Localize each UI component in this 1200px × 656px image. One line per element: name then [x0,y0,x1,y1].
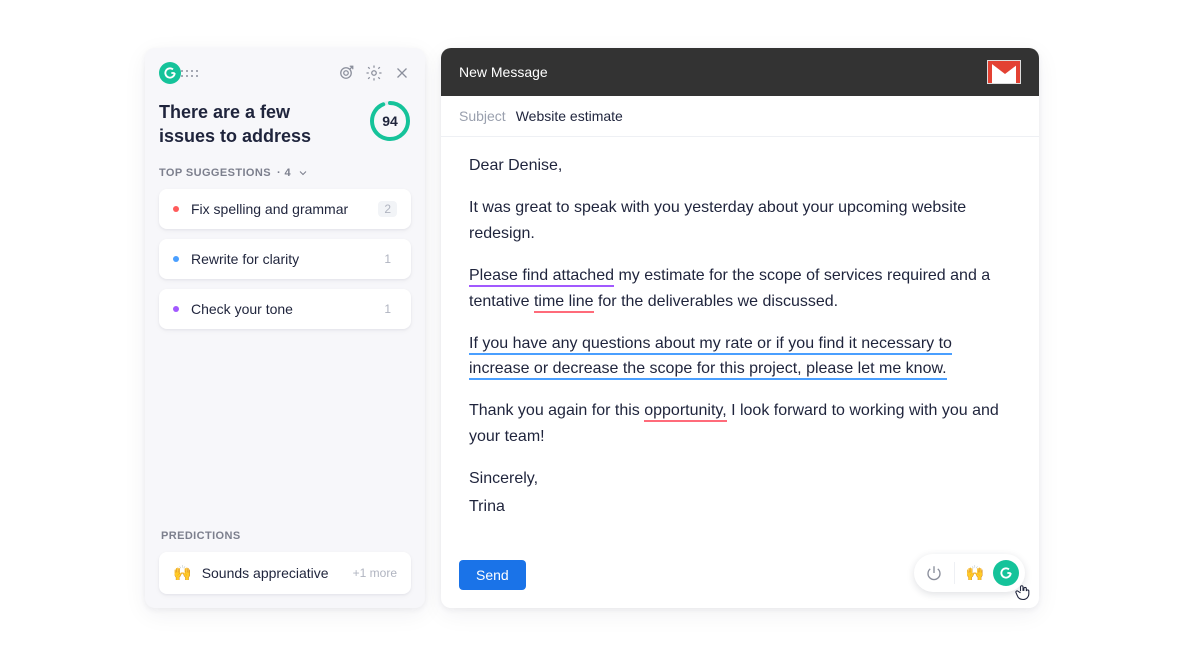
underline-blue[interactable]: If you have any questions about my rate … [469,335,952,381]
predictions-section: PREDICTIONS 🙌 Sounds appreciative +1 mor… [159,530,411,594]
grammarly-logo[interactable] [159,62,181,84]
suggestion-card-clarity[interactable]: Rewrite for clarity 1 [159,239,411,279]
top-suggestions-toggle[interactable]: TOP SUGGESTIONS · 4 [159,167,411,179]
gmail-icon [987,60,1021,84]
tone-emoji-icon[interactable]: 🙌 [961,559,989,587]
compose-title: New Message [459,64,548,80]
compose-body[interactable]: Dear Denise, It was great to speak with … [441,137,1039,548]
goals-icon[interactable] [337,64,355,82]
paragraph-2: Please find attached my estimate for the… [469,263,1011,315]
power-icon[interactable] [920,559,948,587]
score-ring[interactable]: 94 [369,100,411,142]
underline-red[interactable]: opportunity, [644,402,726,422]
chevron-down-icon [297,167,309,179]
subject-value: Website estimate [516,108,623,124]
paragraph-4: Thank you again for this opportunity, I … [469,398,1011,450]
top-suggestions-label: TOP SUGGESTIONS [159,167,271,179]
prediction-text: Sounds appreciative [202,565,343,581]
underline-purple[interactable]: Please find attached [469,267,614,287]
dot-icon [173,206,179,212]
closing-2: Trina [469,494,1011,520]
closing-1: Sincerely, [469,466,1011,492]
separator [954,562,955,584]
paragraph-3: If you have any questions about my rate … [469,331,1011,383]
suggestions-list: Fix spelling and grammar 2 Rewrite for c… [159,189,411,329]
dot-icon [173,256,179,262]
grammarly-floating-toolbar: 🙌 [914,554,1025,592]
subject-label: Subject [459,108,506,124]
close-icon[interactable] [393,64,411,82]
suggestion-count: 2 [378,201,397,217]
sidebar-top-row [159,62,411,84]
prediction-more: +1 more [353,566,397,580]
cursor-hand-icon [1013,582,1033,602]
underline-red[interactable]: time line [534,293,594,313]
score-value: 94 [369,100,411,142]
salutation: Dear Denise, [469,153,1011,179]
hands-emoji-icon: 🙌 [173,564,192,582]
drag-handle-icon[interactable] [181,70,198,77]
suggestion-card-spelling[interactable]: Fix spelling and grammar 2 [159,189,411,229]
top-suggestions-count: · 4 [277,167,291,179]
subject-row[interactable]: Subject Website estimate [441,96,1039,137]
send-button[interactable]: Send [459,560,526,590]
compose-header: New Message [441,48,1039,96]
settings-icon[interactable] [365,64,383,82]
suggestion-count: 1 [378,251,397,267]
predictions-label: PREDICTIONS [161,530,411,542]
compose-window: New Message Subject Website estimate Dea… [441,48,1039,608]
sidebar-title: There are a few issues to address [159,100,339,149]
suggestion-label: Fix spelling and grammar [191,201,366,217]
dot-icon [173,306,179,312]
suggestion-label: Rewrite for clarity [191,251,366,267]
paragraph-1: It was great to speak with you yesterday… [469,195,1011,247]
prediction-card[interactable]: 🙌 Sounds appreciative +1 more [159,552,411,594]
suggestion-count: 1 [378,301,397,317]
sidebar-header: There are a few issues to address 94 [159,100,411,149]
grammarly-sidebar: There are a few issues to address 94 TOP… [145,48,425,608]
suggestion-card-tone[interactable]: Check your tone 1 [159,289,411,329]
suggestion-label: Check your tone [191,301,366,317]
